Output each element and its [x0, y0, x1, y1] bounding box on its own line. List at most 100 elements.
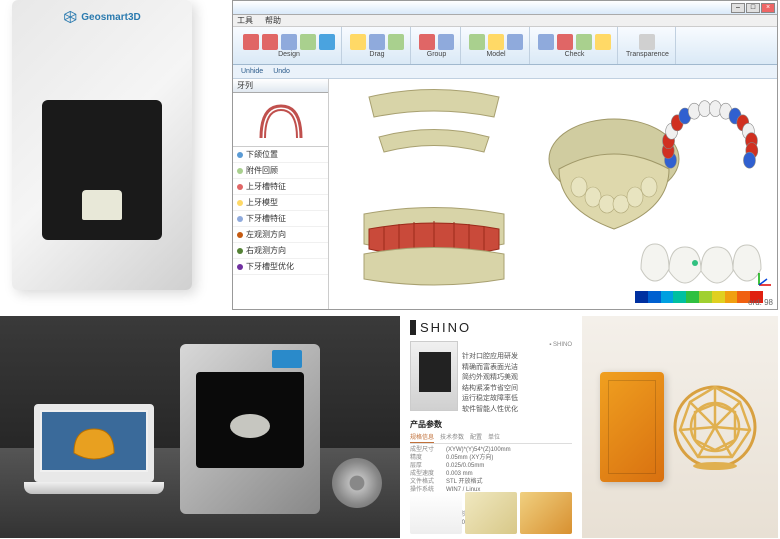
tool-icon[interactable] [300, 34, 316, 50]
menu-tools[interactable]: 工具 [237, 15, 253, 26]
toolbar-group-label: Group [427, 51, 446, 58]
tree-item[interactable]: 上牙槽特征 [233, 179, 328, 195]
crown-row-render [635, 229, 765, 289]
tree-item[interactable]: 下颌位置 [233, 147, 328, 163]
minimize-button[interactable]: – [731, 3, 745, 13]
menubar: 工具 帮助 [233, 15, 777, 27]
spec-label: 精度 [410, 454, 446, 462]
shino-feature-list: ▪ SHINO 针对口腔应用研发精确而富表面光洁简约外观精巧美观结构紧凑节省空间… [462, 341, 572, 415]
tool-icon[interactable] [538, 34, 554, 50]
tool-icon[interactable] [281, 34, 297, 50]
tool-icon[interactable] [369, 34, 385, 50]
shino-title: SHINO [410, 320, 572, 335]
toolbar-group-transparence: Transparence [620, 27, 676, 64]
shino-tab[interactable]: 规格信息 [410, 431, 434, 443]
scanner-brand-logo: Geosmart3D [63, 10, 140, 24]
shino-feature-item: 结构紧凑节省空间 [462, 384, 572, 395]
shino-spec-row: 文件格式STL 开放格式 [410, 478, 572, 486]
shino-spec-row: 成型速度0.003 mm [410, 470, 572, 478]
tool-icon[interactable] [388, 34, 404, 50]
spec-value: 0.025/0.05mm [446, 462, 484, 470]
laptop-keyboard [24, 482, 164, 494]
spec-value: STL 开放格式 [446, 478, 482, 486]
spec-value: 0.003 mm [446, 470, 473, 478]
spec-label: 文件格式 [410, 478, 446, 486]
spec-label: 成型速度 [410, 470, 446, 478]
shino-spec-row: 层厚0.025/0.05mm [410, 462, 572, 470]
scanner-device-photo: Geosmart3D [12, 0, 222, 310]
color-segment [725, 291, 738, 303]
tree-bullet-icon [237, 264, 243, 270]
desktop-3d-printer [180, 344, 320, 514]
shino-tab[interactable]: 技术参数 [440, 431, 464, 443]
color-scale-legend [635, 291, 763, 303]
color-segment [686, 291, 699, 303]
printer-chamber [196, 372, 304, 468]
shino-feature-item: 简约外观精巧美观 [462, 373, 572, 384]
toolbar-group-label: Check [565, 51, 585, 58]
close-button[interactable]: × [761, 3, 775, 13]
laptop-screen [34, 404, 154, 482]
tree-item-label: 附件回顾 [246, 165, 278, 176]
scanner-chamber [42, 100, 162, 240]
shino-spec-row: 精度0.05mm (XY方向) [410, 454, 572, 462]
axis-gizmo[interactable] [755, 271, 773, 289]
laptop [24, 404, 164, 514]
shino-tab[interactable]: 单位 [488, 431, 500, 443]
maximize-button[interactable]: □ [746, 3, 760, 13]
tree-item-label: 右观测方向 [246, 245, 286, 256]
tree-item[interactable]: 左观测方向 [233, 227, 328, 243]
tool-icon[interactable] [576, 34, 592, 50]
window-titlebar: – □ × [233, 1, 777, 15]
tree-bullet-icon [237, 184, 243, 190]
toolbar-group-label: Transparence [626, 51, 669, 58]
toolbar-group-design: Design [237, 27, 342, 64]
color-segment [661, 291, 674, 303]
arch-preview [233, 93, 328, 147]
tree-bullet-icon [237, 168, 243, 174]
tool-icon[interactable] [595, 34, 611, 50]
3d-viewport[interactable]: ord: 98 [329, 79, 777, 309]
tool-icon[interactable] [507, 34, 523, 50]
unhide-button[interactable]: Unhide [241, 68, 263, 75]
dental-sample [82, 190, 122, 220]
spec-label: 成型尺寸 [410, 446, 446, 454]
tool-icon[interactable] [488, 34, 504, 50]
sub-toolbar: Unhide Undo [233, 65, 777, 79]
sample-dental-arch [465, 492, 517, 534]
tool-icon[interactable] [243, 34, 259, 50]
tree-item[interactable]: 上牙模型 [233, 195, 328, 211]
tree-item[interactable]: 右观测方向 [233, 243, 328, 259]
shino-feature-item: 运行稳定故障率低 [462, 394, 572, 405]
dental-cad-window: – □ × 工具 帮助 DesignDragGroupModelCheckTra… [232, 0, 778, 310]
tree-item[interactable]: 下牙槽特征 [233, 211, 328, 227]
tool-icon[interactable] [469, 34, 485, 50]
toolbar-group-label: Drag [369, 51, 384, 58]
lower-jaw-model [349, 199, 519, 289]
scanner-body: Geosmart3D [12, 0, 192, 290]
tree-item-label: 上牙槽特征 [246, 181, 286, 192]
tooth-selection-diagram[interactable] [655, 87, 765, 197]
upper-jaw-model [349, 87, 519, 157]
tool-icon[interactable] [319, 34, 335, 50]
tool-icon[interactable] [262, 34, 278, 50]
resin-print-photo [582, 316, 778, 538]
tree-item-label: 下牙槽型优化 [246, 261, 294, 272]
menu-help[interactable]: 帮助 [265, 15, 281, 26]
tool-icon[interactable] [419, 34, 435, 50]
tree-item[interactable]: 附件回顾 [233, 163, 328, 179]
tool-icon[interactable] [639, 34, 655, 50]
tool-icon[interactable] [557, 34, 573, 50]
shino-sample-images [410, 492, 572, 534]
color-segment [673, 291, 686, 303]
sample-resin-parts [520, 492, 572, 534]
undo-button[interactable]: Undo [273, 68, 290, 75]
tool-icon[interactable] [350, 34, 366, 50]
left-panel: 牙列 下颌位置附件回顾上牙槽特征上牙模型下牙槽特征左观测方向右观测方向下牙槽型优… [233, 79, 329, 309]
shino-spec-sheet: SHINO ▪ SHINO 针对口腔应用研发精确而富表面光洁简约外观精巧美观结构… [404, 316, 578, 538]
tree-item[interactable]: 下牙槽型优化 [233, 259, 328, 275]
tool-icon[interactable] [438, 34, 454, 50]
shino-spec-row: 成型尺寸(XYW)*(Y)54*(Z)100mm [410, 446, 572, 454]
shino-tab[interactable]: 配置 [470, 431, 482, 443]
panel-header: 牙列 [233, 79, 328, 93]
